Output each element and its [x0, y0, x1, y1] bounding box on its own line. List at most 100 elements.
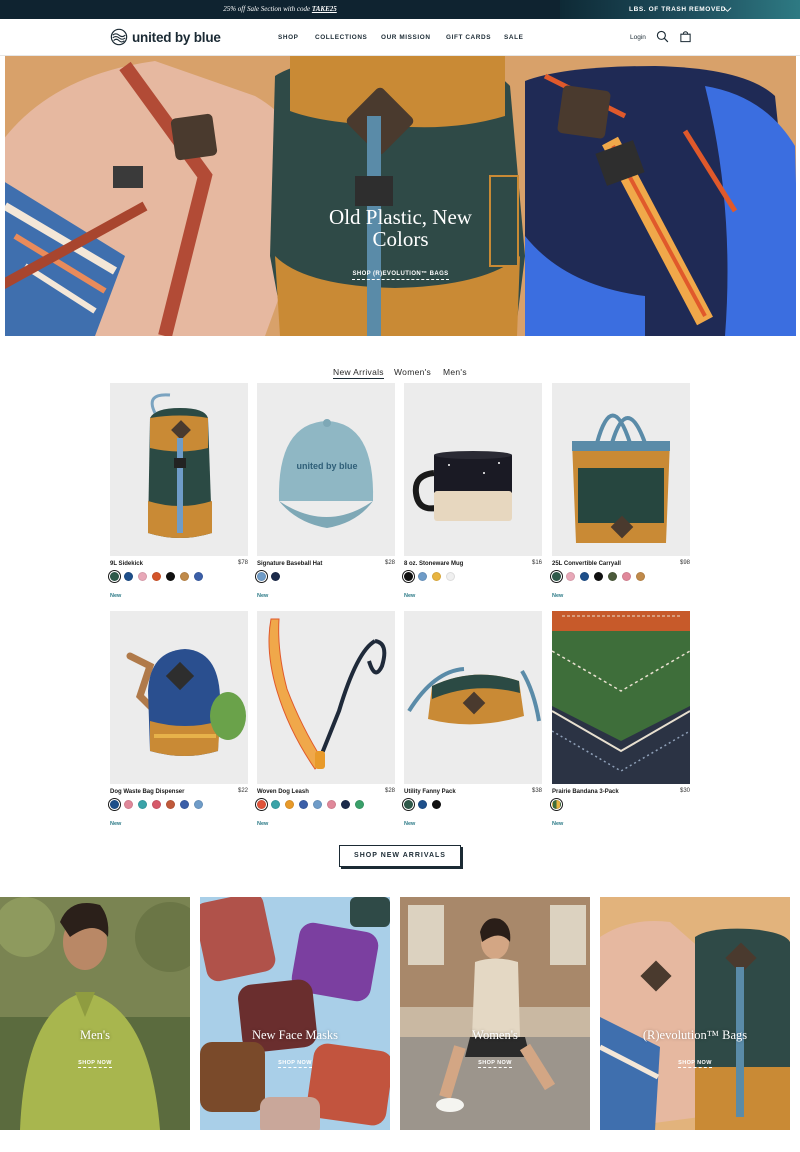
product-image[interactable] [552, 611, 690, 784]
tab-new-arrivals[interactable]: New Arrivals [333, 367, 384, 379]
product-name[interactable]: 9L Sidekick [110, 561, 143, 567]
color-swatch[interactable] [180, 800, 189, 809]
product-name[interactable]: Dog Waste Bag Dispenser [110, 789, 184, 795]
trash-label: LBS. OF TRASH REMOVED [629, 6, 727, 13]
product-image[interactable] [404, 383, 542, 556]
color-swatch[interactable] [552, 572, 561, 581]
trash-counter[interactable]: LBS. OF TRASH REMOVED [560, 0, 800, 19]
wave-logo-icon [110, 28, 128, 46]
promo-banner[interactable]: 25% off Sale Section with code TAKE25 [0, 0, 560, 19]
shop-new-arrivals-button[interactable]: SHOP NEW ARRIVALS [339, 845, 461, 867]
search-icon[interactable] [656, 30, 669, 43]
color-swatch[interactable] [636, 572, 645, 581]
color-swatch[interactable] [313, 800, 322, 809]
category-shop-link[interactable]: SHOP NOW [400, 1060, 590, 1068]
color-swatch[interactable] [327, 800, 336, 809]
brand-logo[interactable]: united by blue [110, 27, 221, 47]
color-swatch[interactable] [566, 572, 575, 581]
color-swatch[interactable] [285, 800, 294, 809]
color-swatch[interactable] [138, 572, 147, 581]
product-image[interactable] [552, 383, 690, 556]
category-tile-mens[interactable]: Men's SHOP NOW [0, 897, 190, 1130]
color-swatches [110, 572, 208, 581]
color-swatch[interactable] [580, 572, 589, 581]
product-price: $28 [384, 560, 395, 566]
product-name[interactable]: Prairie Bandana 3-Pack [552, 789, 619, 795]
tab-mens[interactable]: Men's [443, 367, 467, 377]
product-name[interactable]: 25L Convertible Carryall [552, 561, 621, 567]
color-swatch[interactable] [404, 800, 413, 809]
color-swatches [552, 800, 566, 809]
product-name[interactable]: Utility Fanny Pack [404, 789, 456, 795]
color-swatch[interactable] [194, 572, 203, 581]
color-swatch[interactable] [166, 572, 175, 581]
hero-backpacks-image [5, 56, 796, 336]
color-swatch[interactable] [152, 800, 161, 809]
hero-banner[interactable]: Old Plastic, New Colors SHOP (R)EVOLUTIO… [5, 56, 796, 336]
color-swatch[interactable] [552, 800, 561, 809]
login-link[interactable]: Login [630, 19, 646, 56]
color-swatch[interactable] [124, 572, 133, 581]
color-swatch[interactable] [152, 572, 161, 581]
color-swatches [110, 800, 208, 809]
color-swatch[interactable] [608, 572, 617, 581]
product-name[interactable]: 8 oz. Stoneware Mug [404, 561, 463, 567]
color-swatches [552, 572, 650, 581]
color-swatch[interactable] [418, 572, 427, 581]
color-swatch[interactable] [594, 572, 603, 581]
category-title: Women's [472, 1028, 518, 1042]
new-badge: New [257, 821, 269, 827]
color-swatch[interactable] [432, 800, 441, 809]
revolution-bags-photo [600, 897, 790, 1130]
color-swatch[interactable] [194, 800, 203, 809]
color-swatches [404, 572, 460, 581]
color-swatch[interactable] [404, 572, 413, 581]
color-swatch[interactable] [622, 572, 631, 581]
color-swatch[interactable] [341, 800, 350, 809]
hero-shop-link[interactable]: SHOP (R)EVOLUTION™ BAGS [5, 271, 796, 280]
color-swatch[interactable] [446, 572, 455, 581]
color-swatch[interactable] [299, 800, 308, 809]
category-shop-link[interactable]: SHOP NOW [600, 1060, 790, 1068]
category-shop-link[interactable]: SHOP NOW [200, 1060, 390, 1068]
face-masks-photo [200, 897, 390, 1130]
color-swatch[interactable] [355, 800, 364, 809]
color-swatch[interactable] [271, 572, 280, 581]
color-swatch[interactable] [271, 800, 280, 809]
product-price: $30 [679, 788, 690, 794]
product-name[interactable]: Woven Dog Leash [257, 789, 309, 795]
product-image[interactable] [404, 611, 542, 784]
category-title: (R)evolution™ Bags [642, 1028, 748, 1042]
color-swatch[interactable] [418, 800, 427, 809]
category-shop-link[interactable]: SHOP NOW [0, 1060, 190, 1068]
color-swatch[interactable] [257, 800, 266, 809]
color-swatch[interactable] [432, 572, 441, 581]
product-price: $28 [384, 788, 395, 794]
color-swatch[interactable] [110, 800, 119, 809]
category-tile-revolution-bags[interactable]: (R)evolution™ Bags SHOP NOW [600, 897, 790, 1130]
color-swatch[interactable] [124, 800, 133, 809]
product-image[interactable] [110, 611, 248, 784]
product-image[interactable]: united by blue [257, 383, 395, 556]
nav-gift-cards[interactable]: GIFT CARDS [446, 19, 491, 56]
chevron-down-icon [723, 7, 732, 12]
product-image[interactable] [257, 611, 395, 784]
color-swatch[interactable] [110, 572, 119, 581]
cart-icon[interactable] [679, 30, 692, 43]
product-price: $22 [237, 788, 248, 794]
tab-womens[interactable]: Women's [394, 367, 431, 377]
color-swatch[interactable] [138, 800, 147, 809]
nav-collections[interactable]: COLLECTIONS [315, 19, 367, 56]
nav-sale[interactable]: SALE [504, 19, 523, 56]
category-title: Men's [79, 1028, 111, 1042]
nav-shop[interactable]: SHOP [278, 19, 299, 56]
nav-our-mission[interactable]: OUR MISSION [381, 19, 431, 56]
product-price: $16 [531, 560, 542, 566]
color-swatch[interactable] [257, 572, 266, 581]
product-image[interactable] [110, 383, 248, 556]
category-tile-face-masks[interactable]: New Face Masks SHOP NOW [200, 897, 390, 1130]
color-swatch[interactable] [166, 800, 175, 809]
category-tile-womens[interactable]: Women's SHOP NOW [400, 897, 590, 1130]
product-name[interactable]: Signature Baseball Hat [257, 561, 322, 567]
color-swatch[interactable] [180, 572, 189, 581]
